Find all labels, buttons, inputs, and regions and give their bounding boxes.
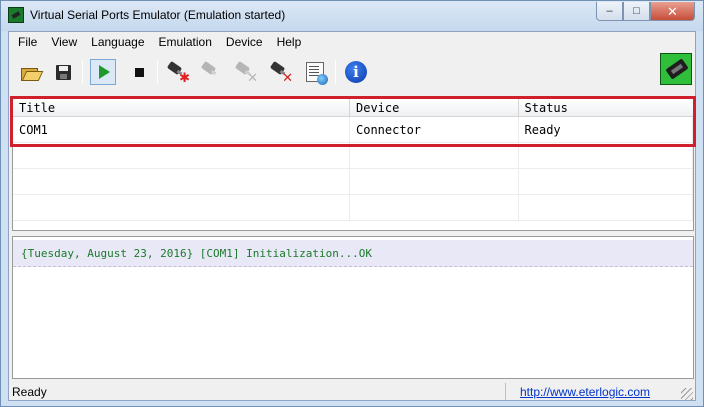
menu-file[interactable]: File (11, 32, 44, 52)
save-icon (55, 64, 71, 80)
properties-icon (306, 62, 328, 85)
menu-device[interactable]: Device (219, 32, 270, 52)
title-bar[interactable]: Virtual Serial Ports Emulator (Emulation… (1, 1, 703, 31)
client-area: File View Language Emulation Device Help (8, 31, 696, 401)
log-panel[interactable]: {Tuesday, August 23, 2016} [COM1] Initia… (12, 236, 694, 379)
toolbar-separator (157, 60, 158, 84)
status-text: Ready (12, 385, 47, 399)
menu-emulation[interactable]: Emulation (152, 32, 219, 52)
highlight-annotation (10, 96, 696, 147)
menu-help[interactable]: Help (270, 32, 309, 52)
ports-list[interactable]: Title Device Status COM1 Connector Ready (10, 96, 696, 231)
website-link[interactable]: http://www.eterlogic.com (520, 385, 650, 399)
menu-language[interactable]: Language (84, 32, 151, 52)
delete-mark: ✕ (282, 70, 293, 85)
disconnect-device-icon: ✕ (234, 60, 258, 85)
about-button[interactable]: i (343, 59, 369, 85)
properties-button[interactable] (302, 59, 328, 85)
window-title: Virtual Serial Ports Emulator (Emulation… (30, 8, 286, 22)
empty-row (13, 169, 693, 195)
menu-view[interactable]: View (44, 32, 84, 52)
brand-icon[interactable] (660, 53, 692, 85)
app-window: Virtual Serial Ports Emulator (Emulation… (0, 0, 704, 407)
delete-device-button[interactable]: ✕ (268, 59, 294, 85)
minimize-button[interactable]: – (596, 2, 623, 21)
menu-bar: File View Language Emulation Device Help (9, 32, 695, 52)
maximize-button[interactable]: □ (623, 2, 650, 21)
status-bar: Ready http://www.eterlogic.com (9, 382, 695, 402)
delete-device-icon: ✕ (269, 60, 293, 85)
disconnect-mark: ✕ (247, 70, 258, 85)
new-device-mark: ✱ (179, 70, 190, 85)
open-icon (21, 66, 39, 81)
empty-row (13, 195, 693, 221)
log-entry: {Tuesday, August 23, 2016} [COM1] Initia… (13, 240, 693, 267)
disconnect-device-button[interactable]: ✕ (233, 59, 259, 85)
new-device-button[interactable]: ✱ (165, 59, 191, 85)
close-button[interactable]: ✕ (650, 2, 695, 21)
device-settings-icon (200, 60, 223, 82)
stop-emulation-button[interactable] (126, 59, 152, 85)
resize-grip[interactable] (681, 388, 693, 400)
toolbar: ✱ ✕ ✕ i (9, 56, 695, 92)
start-emulation-button[interactable] (90, 59, 116, 85)
save-button[interactable] (50, 59, 76, 85)
info-icon: i (345, 61, 367, 83)
caption-buttons: – □ ✕ (596, 2, 695, 22)
open-button[interactable] (17, 59, 43, 85)
play-icon (99, 65, 110, 79)
device-settings-button[interactable] (199, 59, 225, 85)
toolbar-separator (82, 60, 83, 84)
app-icon[interactable] (8, 7, 24, 23)
stop-icon (134, 67, 144, 77)
new-device-icon: ✱ (166, 60, 190, 85)
status-separator (505, 383, 506, 400)
toolbar-separator (335, 60, 336, 84)
